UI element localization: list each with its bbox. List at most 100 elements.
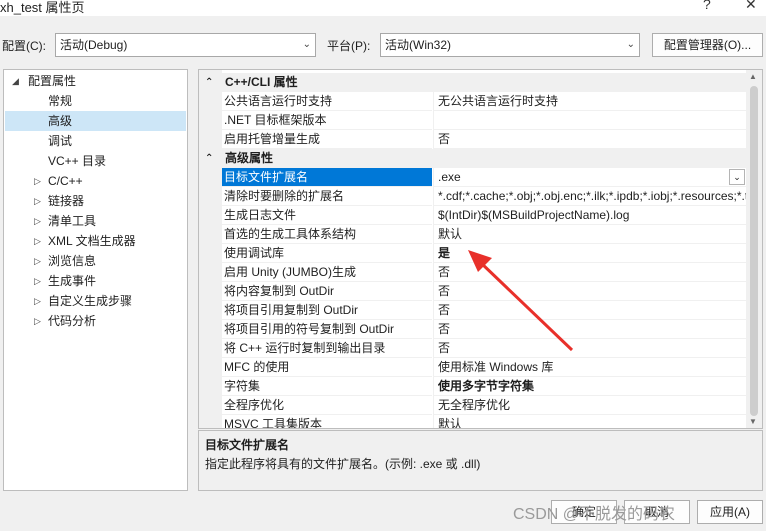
tree-root-label: 配置属性 (28, 74, 77, 88)
property-name: 将内容复制到 OutDir (222, 282, 432, 301)
property-value[interactable]: 否 (433, 282, 747, 301)
property-value-text: .exe (438, 170, 461, 184)
watermark: CSDN @不脱发的码农 (513, 506, 676, 523)
property-row[interactable]: 使用调试库是 (199, 244, 747, 263)
tree-item-label: VC++ 目录 (48, 154, 107, 168)
tree-item[interactable]: ▷ 代码分析 (5, 311, 186, 331)
close-button[interactable]: ✕ (745, 0, 757, 13)
tree-item[interactable]: ▷ XML 文档生成器 (5, 231, 186, 251)
property-value[interactable]: 默认 (433, 225, 747, 244)
property-value-text: 否 (438, 303, 451, 317)
tree-item-label: 调试 (48, 134, 73, 148)
expand-icon[interactable]: ▷ (34, 231, 41, 251)
property-value[interactable]: 否 (433, 301, 747, 320)
tree-item[interactable]: ▷ 浏览信息 (5, 251, 186, 271)
property-name: 将项目引用复制到 OutDir (222, 301, 432, 320)
property-row[interactable]: 首选的生成工具体系结构 默认 (199, 225, 747, 244)
property-name: 公共语言运行时支持 (222, 92, 432, 111)
property-value-text: 否 (438, 132, 451, 146)
help-button[interactable]: ? (703, 0, 711, 12)
property-row[interactable]: 字符集 使用多字节字符集 (199, 377, 747, 396)
property-value[interactable]: 使用标准 Windows 库 (433, 358, 747, 377)
property-row[interactable]: 目标文件扩展名 .exe ⌄ (199, 168, 747, 187)
scroll-thumb[interactable] (750, 86, 758, 416)
apply-button[interactable]: 应用(A) (697, 500, 763, 524)
platform-value: 活动(Win32) (385, 38, 452, 52)
property-value-text: $(IntDir)$(MSBuildProjectName).log (438, 208, 630, 222)
property-row[interactable]: 公共语言运行时支持 无公共语言运行时支持 (199, 92, 747, 111)
expand-icon[interactable]: ▷ (34, 171, 41, 191)
property-name: 全程序优化 (222, 396, 432, 415)
property-value-text: 是 (438, 246, 451, 260)
property-value-text: 否 (438, 265, 451, 279)
tree-item[interactable]: ▷ 生成事件 (5, 271, 186, 291)
collapse-icon[interactable]: ⌃ (205, 149, 213, 168)
property-value[interactable]: 否 (433, 339, 747, 358)
config-manager-button[interactable]: 配置管理器(O)... (652, 33, 763, 57)
property-value-text: 否 (438, 322, 451, 336)
property-value-text: 否 (438, 284, 451, 298)
property-value-text: 默认 (438, 417, 463, 429)
expand-icon[interactable]: ▷ (34, 291, 41, 311)
property-name: MSVC 工具集版本 (222, 415, 432, 428)
tree-item[interactable]: 常规 (5, 91, 186, 111)
property-row[interactable]: 清除时要删除的扩展名 *.cdf;*.cache;*.obj;*.obj.enc;… (199, 187, 747, 206)
tree-item[interactable]: VC++ 目录 (5, 151, 186, 171)
property-row[interactable]: MFC 的使用 使用标准 Windows 库 (199, 358, 747, 377)
property-value[interactable] (433, 111, 747, 130)
property-value[interactable]: 是 (433, 244, 747, 263)
expand-icon[interactable]: ▷ (34, 271, 41, 291)
scroll-up-icon[interactable]: ▲ (749, 72, 757, 81)
tree-item[interactable]: 调试 (5, 131, 186, 151)
property-row[interactable]: 将项目引用的符号复制到 OutDir 否 (199, 320, 747, 339)
tree-item-label: 生成事件 (48, 274, 97, 288)
scroll-down-icon[interactable]: ▼ (749, 417, 757, 426)
property-row[interactable]: 启用 Unity (JUMBO)生成否 (199, 263, 747, 282)
property-row[interactable]: MSVC 工具集版本 默认 (199, 415, 747, 429)
property-row[interactable]: 全程序优化 无全程序优化 (199, 396, 747, 415)
property-value[interactable]: 默认 (433, 415, 747, 429)
collapse-icon[interactable]: ◢ (12, 71, 19, 91)
tree-item-label: C/C++ (48, 174, 83, 188)
platform-label: 平台(P): (327, 39, 371, 53)
property-row[interactable]: 生成日志文件 $(IntDir)$(MSBuildProjectName).log (199, 206, 747, 225)
property-value[interactable]: 否 (433, 130, 747, 149)
expand-icon[interactable]: ▷ (34, 251, 41, 271)
config-combo[interactable]: 活动(Debug) ⌄ (55, 33, 316, 57)
expand-icon[interactable]: ▷ (34, 211, 41, 231)
tree-item[interactable]: ▷ C/C++ (5, 171, 186, 191)
property-row[interactable]: 将 C++ 运行时复制到输出目录否 (199, 339, 747, 358)
property-grid: ⌃ C++/CLI 属性 公共语言运行时支持 无公共语言运行时支持 .NET 目标框… (198, 69, 763, 429)
property-value[interactable]: $(IntDir)$(MSBuildProjectName).log (433, 206, 747, 225)
property-value[interactable]: 无公共语言运行时支持 (433, 92, 747, 111)
property-row[interactable]: 将项目引用复制到 OutDir 否 (199, 301, 747, 320)
collapse-icon[interactable]: ⌃ (205, 73, 213, 92)
property-value[interactable]: *.cdf;*.cache;*.obj;*.obj.enc;*.ilk;*.ip… (433, 187, 747, 206)
tree-item-label: 浏览信息 (48, 254, 97, 268)
expand-icon[interactable]: ▷ (34, 311, 41, 331)
property-name: 字符集 (222, 377, 432, 396)
property-row[interactable]: .NET 目标框架版本 (199, 111, 747, 130)
category-header[interactable]: ⌃ 高级属性 (199, 149, 747, 168)
tree-item[interactable]: 高级 (5, 111, 186, 131)
property-row[interactable]: 将内容复制到 OutDir 否 (199, 282, 747, 301)
vertical-scrollbar[interactable]: ▲ ▼ (746, 70, 762, 428)
property-value[interactable]: 否 (433, 320, 747, 339)
platform-combo[interactable]: 活动(Win32) ⌄ (380, 33, 640, 57)
chevron-down-icon[interactable]: ⌄ (729, 169, 745, 185)
property-value[interactable]: .exe ⌄ (433, 168, 747, 187)
title-bar: xh_test 属性页 ? ✕ (0, 0, 766, 16)
property-value[interactable]: 无全程序优化 (433, 396, 747, 415)
category-header[interactable]: ⌃ C++/CLI 属性 (199, 73, 747, 92)
tree-item[interactable]: ▷ 清单工具 (5, 211, 186, 231)
tree-item[interactable]: ▷ 链接器 (5, 191, 186, 211)
property-name: 清除时要删除的扩展名 (222, 187, 432, 206)
expand-icon[interactable]: ▷ (34, 191, 41, 211)
property-value[interactable]: 使用多字节字符集 (433, 377, 747, 396)
tree-item[interactable]: ▷ 自定义生成步骤 (5, 291, 186, 311)
tree-root[interactable]: ◢ 配置属性 (5, 71, 186, 91)
property-value-text: 否 (438, 341, 451, 355)
property-value[interactable]: 否 (433, 263, 747, 282)
property-row[interactable]: 启用托管增量生成否 (199, 130, 747, 149)
property-value-text: *.cdf;*.cache;*.obj;*.obj.enc;*.ilk;*.ip… (438, 189, 747, 203)
